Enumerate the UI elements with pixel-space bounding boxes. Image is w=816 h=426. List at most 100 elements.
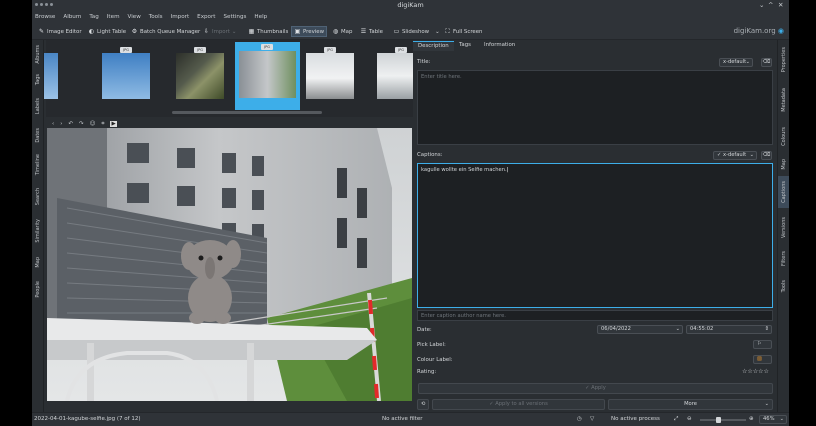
clear-caption-icon[interactable]: ⌫ — [761, 151, 772, 160]
filter-icon[interactable]: ▽ — [590, 416, 594, 422]
sidebar-tab-tools[interactable]: Tools — [778, 274, 789, 298]
batch-queue-button[interactable]: ⚙ Batch Queue Manager — [129, 26, 202, 37]
brand-label[interactable]: digiKam.org ◉ — [734, 27, 784, 35]
sidebar-tab-search[interactable]: Search — [32, 184, 44, 210]
rotate-right-icon[interactable]: ↷ — [79, 121, 84, 127]
image-editor-button[interactable]: ✎ Image Editor — [36, 26, 84, 37]
close-button[interactable]: ✕ — [778, 1, 783, 9]
fullscreen-button[interactable]: ⛶ Full Screen — [442, 26, 484, 37]
zoom-select[interactable]: 46% ⌄ — [759, 415, 787, 424]
more-button[interactable]: More ⌄ — [608, 399, 773, 410]
title-field[interactable]: Enter title here. — [417, 70, 773, 145]
text-cursor: | — [506, 167, 509, 173]
menu-album[interactable]: Album — [63, 14, 81, 20]
language-value: x-default — [723, 152, 747, 158]
date-field[interactable]: 06/04/2022 ⌄ — [597, 325, 683, 334]
pencil-icon: ✎ — [38, 28, 45, 35]
menu-tag[interactable]: Tag — [89, 14, 98, 20]
sidebar-tab-dates[interactable]: Dates — [32, 124, 44, 146]
thumbnail-item-selected[interactable]: JPG — [235, 42, 300, 110]
sidebar-tab-versions[interactable]: Versions — [778, 212, 789, 242]
sidebar-tab-tags[interactable]: Tags — [32, 70, 44, 90]
tab-tags[interactable]: Tags — [454, 41, 476, 51]
caption-textarea[interactable]: kagulle wollte ein Selfie machen.| — [417, 163, 773, 308]
rating-stars[interactable]: ☆☆☆☆☆ — [742, 368, 769, 375]
sidebar-tab-filters[interactable]: Filters — [778, 246, 789, 270]
digikam-window: digiKam ⌄ ^ ✕ Browse Album Tag Item View… — [32, 0, 789, 426]
chevron-down-icon: ⌄ — [435, 28, 440, 35]
tab-description[interactable]: Description — [413, 41, 454, 51]
table-icon: ☰ — [360, 28, 367, 35]
colour-label-select[interactable]: ▨ — [753, 355, 772, 364]
captions-language-select[interactable]: ✓ x-default ⌄ — [713, 151, 757, 160]
crop-icon[interactable]: ⌗ — [101, 121, 104, 128]
sidebar-tab-labels[interactable]: Labels — [32, 92, 44, 120]
light-table-button[interactable]: ◐ Light Table — [86, 26, 128, 37]
time-field[interactable]: 04:55:02 ⇕ — [686, 325, 772, 334]
sidebar-tab-map[interactable]: Map — [32, 252, 44, 272]
sidebar-tab-people[interactable]: People — [32, 276, 44, 302]
expand-icon[interactable]: ⤢ — [674, 416, 678, 423]
thumbnail-item[interactable] — [44, 45, 62, 105]
slideshow-button[interactable]: ▭ Slideshow ⌄ — [391, 26, 442, 37]
zoom-out-icon[interactable]: ⊖ — [687, 416, 692, 422]
clear-title-icon[interactable]: ⌫ — [761, 58, 772, 67]
menu-export[interactable]: Export — [197, 14, 215, 20]
back-icon[interactable]: ‹ — [52, 121, 54, 127]
history-icon[interactable]: ◷ — [577, 416, 582, 422]
maximize-button[interactable]: ^ — [768, 1, 773, 9]
preview-button[interactable]: ▣ Preview — [291, 26, 327, 37]
sidebar-tab-map[interactable]: Map — [778, 154, 789, 174]
sidebar-tab-captions[interactable]: Captions — [778, 176, 789, 208]
title-language-select-visible[interactable]: x-default ⌄ — [719, 58, 753, 67]
sidebar-tab-albums[interactable]: Albums — [32, 42, 44, 67]
check-icon: ✓ — [585, 385, 590, 391]
menu-settings[interactable]: Settings — [223, 14, 246, 20]
play-icon[interactable]: ▶ — [110, 121, 117, 127]
table-button[interactable]: ☰ Table — [358, 26, 385, 37]
sidebar-tab-timeline[interactable]: Timeline — [32, 150, 44, 180]
import-button[interactable]: ⇩ Import ⌄ — [201, 26, 238, 37]
chevron-down-icon: ⌄ — [745, 59, 750, 65]
zoom-slider[interactable] — [700, 417, 746, 423]
zoom-slider-handle[interactable] — [716, 417, 721, 423]
apply-button[interactable]: ✓ Apply — [418, 383, 773, 394]
menu-view[interactable]: View — [128, 14, 141, 20]
thumbnail-strip: JPG JPG JPG JPG JPG — [44, 40, 425, 117]
map-button[interactable]: ◍ Map — [330, 26, 354, 37]
chevron-down-icon: ⌄ — [231, 28, 237, 35]
thumbnail-scrollbar[interactable] — [172, 111, 322, 114]
revert-icon[interactable]: ⟲ — [417, 399, 429, 410]
rotate-left-icon[interactable]: ↶ — [68, 121, 73, 127]
status-filter[interactable]: No active filter — [382, 416, 423, 422]
menu-browse[interactable]: Browse — [35, 14, 55, 20]
tab-information[interactable]: Information — [479, 41, 520, 51]
preview-toolbar: ‹ › ↶ ↷ ☺ ⌗ ▶ — [46, 120, 413, 128]
menu-item[interactable]: Item — [107, 14, 120, 20]
image-preview[interactable] — [47, 128, 412, 401]
zoom-in-icon[interactable]: ⊕ — [749, 416, 754, 422]
pick-label-select[interactable]: ⚐ — [753, 340, 772, 349]
minimize-button[interactable]: ⌄ — [759, 1, 764, 9]
caption-author-field[interactable]: Enter caption author name here. — [417, 310, 773, 321]
thumbnails-button[interactable]: ▦ Thumbnails — [246, 26, 290, 37]
globe-icon: ◍ — [332, 28, 339, 35]
thumbnail-item[interactable]: JPG — [302, 45, 358, 105]
apply-all-versions-button[interactable]: ✓ Apply to all versions — [432, 399, 605, 410]
face-tag-icon[interactable]: ☺ — [90, 121, 96, 127]
date-label: Date: — [417, 327, 432, 333]
sidebar-tab-similarity[interactable]: Similarity — [32, 214, 44, 248]
thumbnail-item[interactable]: JPG — [98, 45, 154, 105]
menu-help[interactable]: Help — [254, 14, 267, 20]
menu-tools[interactable]: Tools — [149, 14, 163, 20]
import-icon: ⇩ — [203, 28, 210, 35]
sidebar-tab-properties[interactable]: Properties — [778, 42, 789, 78]
thumbnail-image — [102, 53, 150, 99]
check-icon: ✓ — [489, 401, 494, 407]
sidebar-tab-metadata[interactable]: Metadata — [778, 82, 789, 118]
menu-import[interactable]: Import — [171, 14, 190, 20]
sidebar-tab-colours[interactable]: Colours — [778, 122, 789, 150]
forward-icon[interactable]: › — [60, 121, 62, 127]
thumbnail-item[interactable]: JPG — [172, 45, 228, 105]
jpg-badge: JPG — [261, 44, 273, 50]
